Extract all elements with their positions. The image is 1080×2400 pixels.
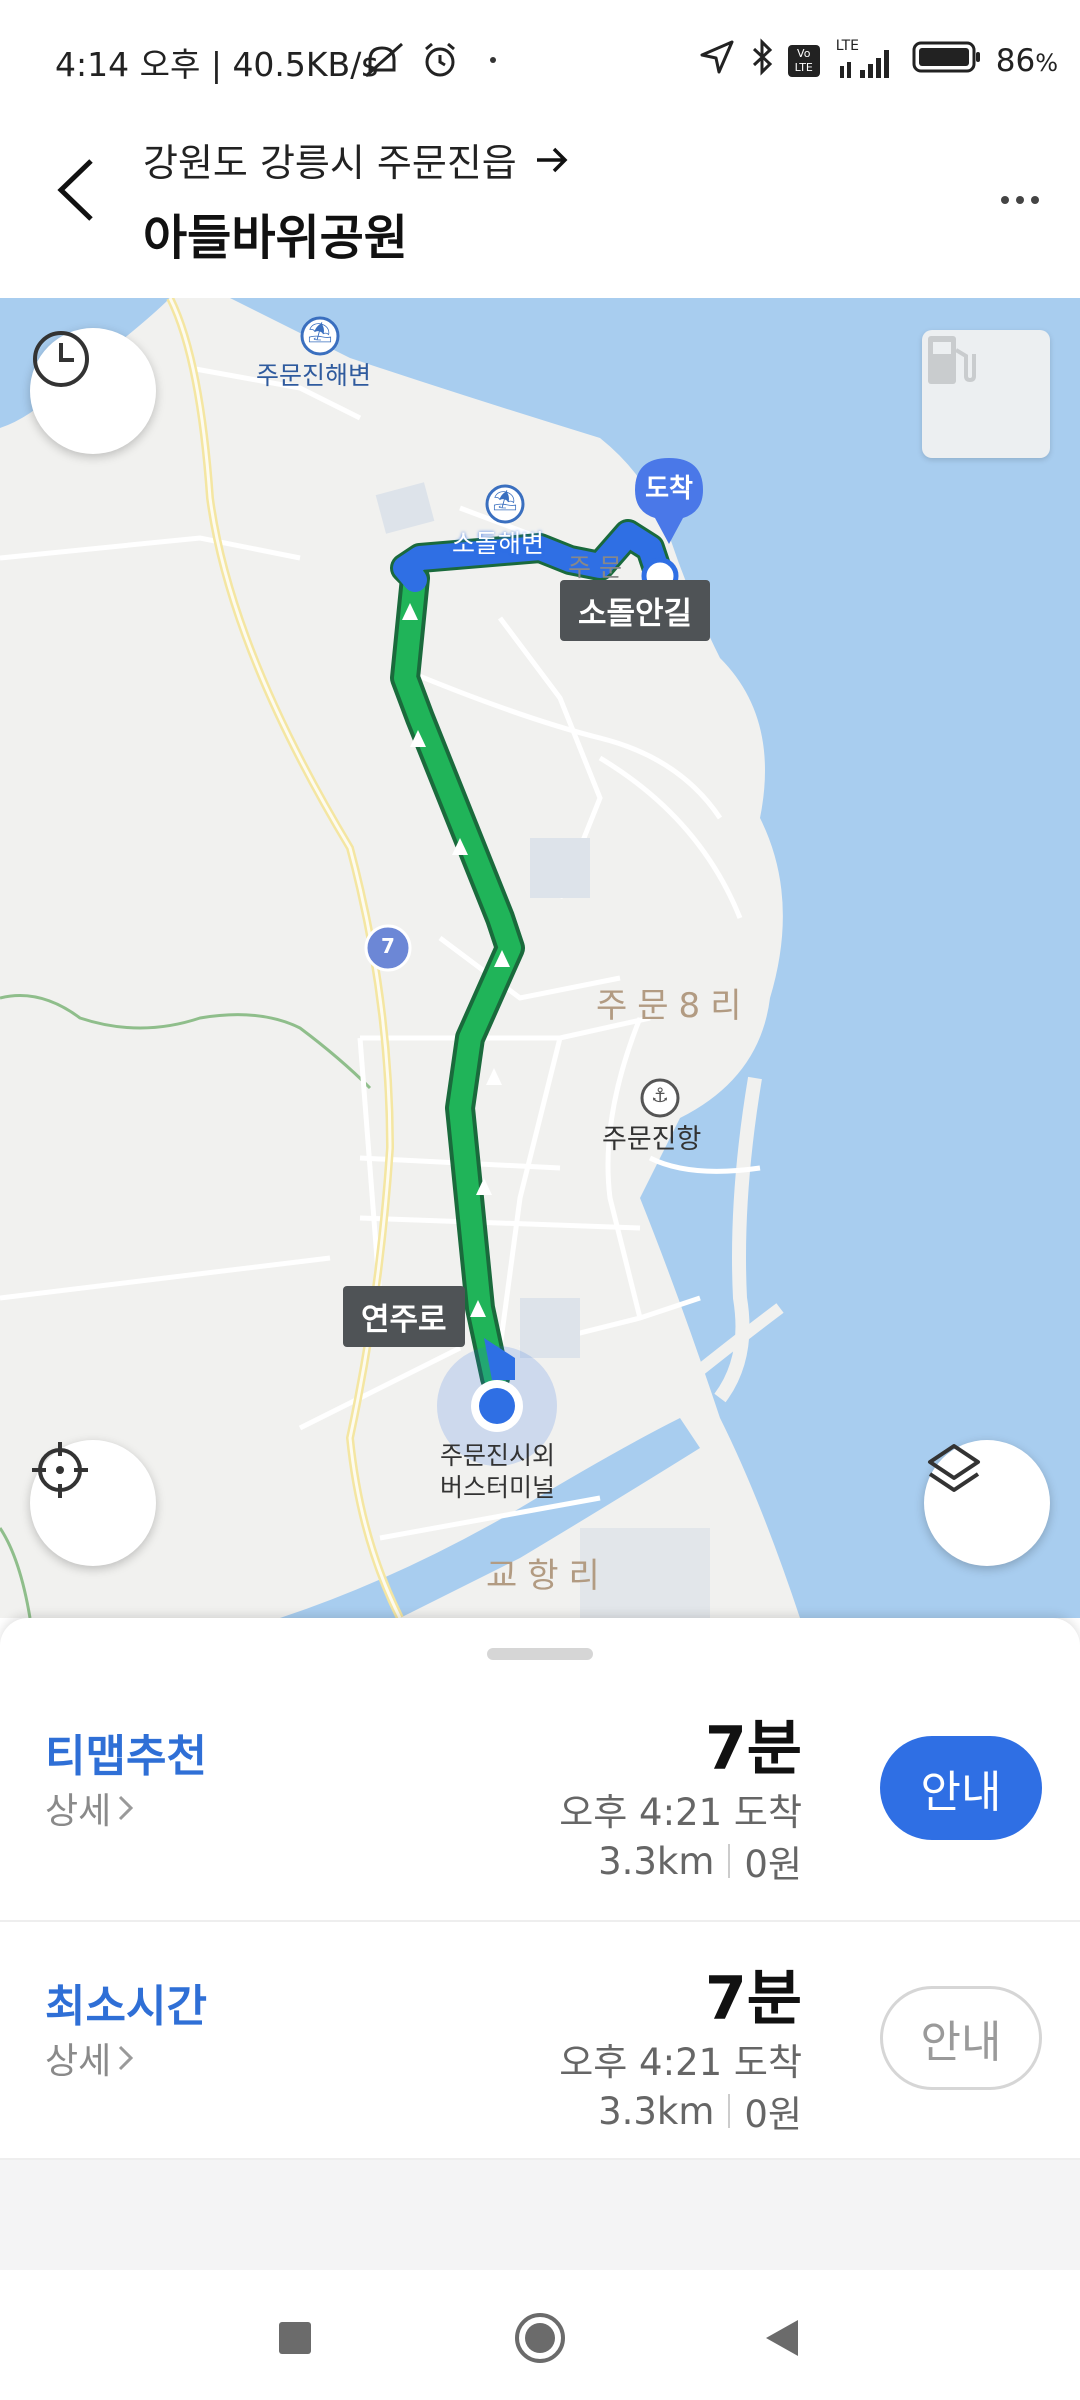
chevron-right-icon — [119, 1795, 134, 1821]
route-option-peek[interactable]: 무료도로 — [0, 2158, 1080, 2278]
route-duration: 7분 — [705, 1964, 802, 2034]
alarm-icon — [420, 40, 460, 80]
route-detail-link[interactable]: 상세 — [45, 1782, 135, 1834]
route-distance: 3.3km — [598, 2089, 715, 2133]
start-guidance-button[interactable]: 안내 — [880, 1736, 1042, 1840]
status-left: 4:14 오후 | 40.5KB/s — [55, 45, 379, 84]
start-guidance-button[interactable]: 안내 — [880, 1986, 1042, 2090]
lte-signal-icon: LTE — [834, 38, 898, 80]
route-distance: 3.3km — [598, 1839, 715, 1883]
breadcrumb-text: 강원도 강릉시 주문진읍 — [143, 141, 517, 185]
recents-button[interactable] — [255, 2298, 335, 2378]
square-icon — [279, 2322, 311, 2354]
gas-station-button[interactable] — [922, 330, 1050, 458]
route-meta: 3.3km 0원 — [598, 2084, 802, 2138]
road-tag: 연주로 — [343, 1286, 465, 1347]
status-right: Vo LTE LTE 86% — [698, 38, 1058, 84]
route-name: 티맵추천 — [45, 1731, 207, 1782]
chevron-left-icon — [57, 159, 93, 221]
divider — [728, 2094, 731, 2128]
route-arrival: 오후 4:21 도착 — [559, 1791, 802, 1834]
volte-icon: Vo LTE — [787, 45, 820, 77]
battery-icon — [912, 40, 982, 82]
route-toll: 0원 — [744, 1843, 802, 1886]
port-poi-icon[interactable]: ⚓ — [647, 1083, 673, 1113]
town-label: 주문8리 — [596, 986, 752, 1026]
map-view[interactable]: ⛱ ⛱ ⚓ 7 주문진해변 소돌해변 주 문 소돌안길 연주로 주문8리 주문진… — [0, 298, 1080, 1618]
page-title: 아들바위공원 — [143, 210, 408, 266]
breadcrumb[interactable]: 강원도 강릉시 주문진읍 — [143, 132, 569, 187]
bluetooth-icon — [750, 38, 774, 84]
route-meta: 3.3km 0원 — [598, 1834, 802, 1888]
town-label: 교항리 — [486, 1556, 610, 1596]
route-shield-label: 7 — [381, 934, 395, 958]
beach-poi-icon[interactable]: ⛱ — [492, 488, 518, 518]
map-label-beach[interactable]: 주문진해변 — [256, 360, 371, 392]
route-header: 강원도 강릉시 주문진읍 아들바위공원 — [0, 120, 1080, 298]
clock-icon — [33, 331, 89, 387]
current-location-button[interactable] — [30, 1440, 156, 1566]
route-duration: 7분 — [705, 1714, 802, 1784]
system-nav-bar — [0, 2270, 1080, 2400]
map-label-port[interactable]: 주문진항 — [602, 1124, 701, 1156]
back-nav-button[interactable] — [742, 2298, 822, 2378]
map-label-terminal[interactable]: 주문진시외 버스터미널 — [440, 1440, 555, 1504]
map-layers-button[interactable] — [924, 1440, 1050, 1566]
chevron-right-icon — [119, 2045, 134, 2071]
location-arrow-icon — [698, 38, 736, 84]
layers-icon — [928, 1444, 980, 1492]
route-arrival: 오후 4:21 도착 — [559, 2041, 802, 2084]
route-toll: 0원 — [744, 2093, 802, 2136]
triangle-back-icon — [766, 2320, 798, 2356]
status-bar: 4:14 오후 | 40.5KB/s Vo LTE LTE 86% — [0, 0, 1080, 120]
route-option-fastest[interactable]: 최소시간 상세 7분 오후 4:21 도착 3.3km 0원 안내 — [0, 1920, 1080, 2168]
arrow-right-icon — [536, 147, 568, 172]
route-name: 최소시간 — [45, 1981, 207, 2032]
more-dot-icon — [1001, 196, 1009, 204]
divider — [728, 1844, 731, 1878]
history-button[interactable] — [30, 328, 156, 454]
status-time: 4:14 오후 — [55, 45, 201, 84]
notification-dot-icon — [489, 56, 497, 64]
route-detail-link[interactable]: 상세 — [45, 2032, 135, 2084]
more-options-button[interactable] — [990, 175, 1050, 225]
street-tag: 소돌안길 — [560, 580, 711, 641]
fuel-pump-icon — [928, 336, 976, 384]
destination-pin[interactable]: 도착 — [633, 456, 705, 546]
home-circle-icon — [515, 2313, 565, 2363]
mute-icon — [362, 40, 406, 80]
battery-percent: 86% — [995, 43, 1058, 79]
home-button[interactable] — [500, 2298, 580, 2378]
sheet-drag-handle[interactable] — [487, 1648, 593, 1660]
destination-pin-label: 도착 — [645, 474, 693, 504]
network-speed: 40.5KB/s — [232, 45, 379, 84]
crosshair-icon — [32, 1442, 88, 1498]
route-options-sheet: 티맵추천 상세 7분 오후 4:21 도착 3.3km 0원 안내 최소시간 상… — [0, 1618, 1080, 2278]
map-label-beach[interactable]: 소돌해변 — [452, 528, 544, 560]
route-option-recommended[interactable]: 티맵추천 상세 7분 오후 4:21 도착 3.3km 0원 안내 — [0, 1672, 1080, 1920]
beach-poi-icon[interactable]: ⛱ — [307, 320, 333, 350]
map-canvas — [0, 298, 1080, 1618]
back-button[interactable] — [40, 150, 110, 230]
